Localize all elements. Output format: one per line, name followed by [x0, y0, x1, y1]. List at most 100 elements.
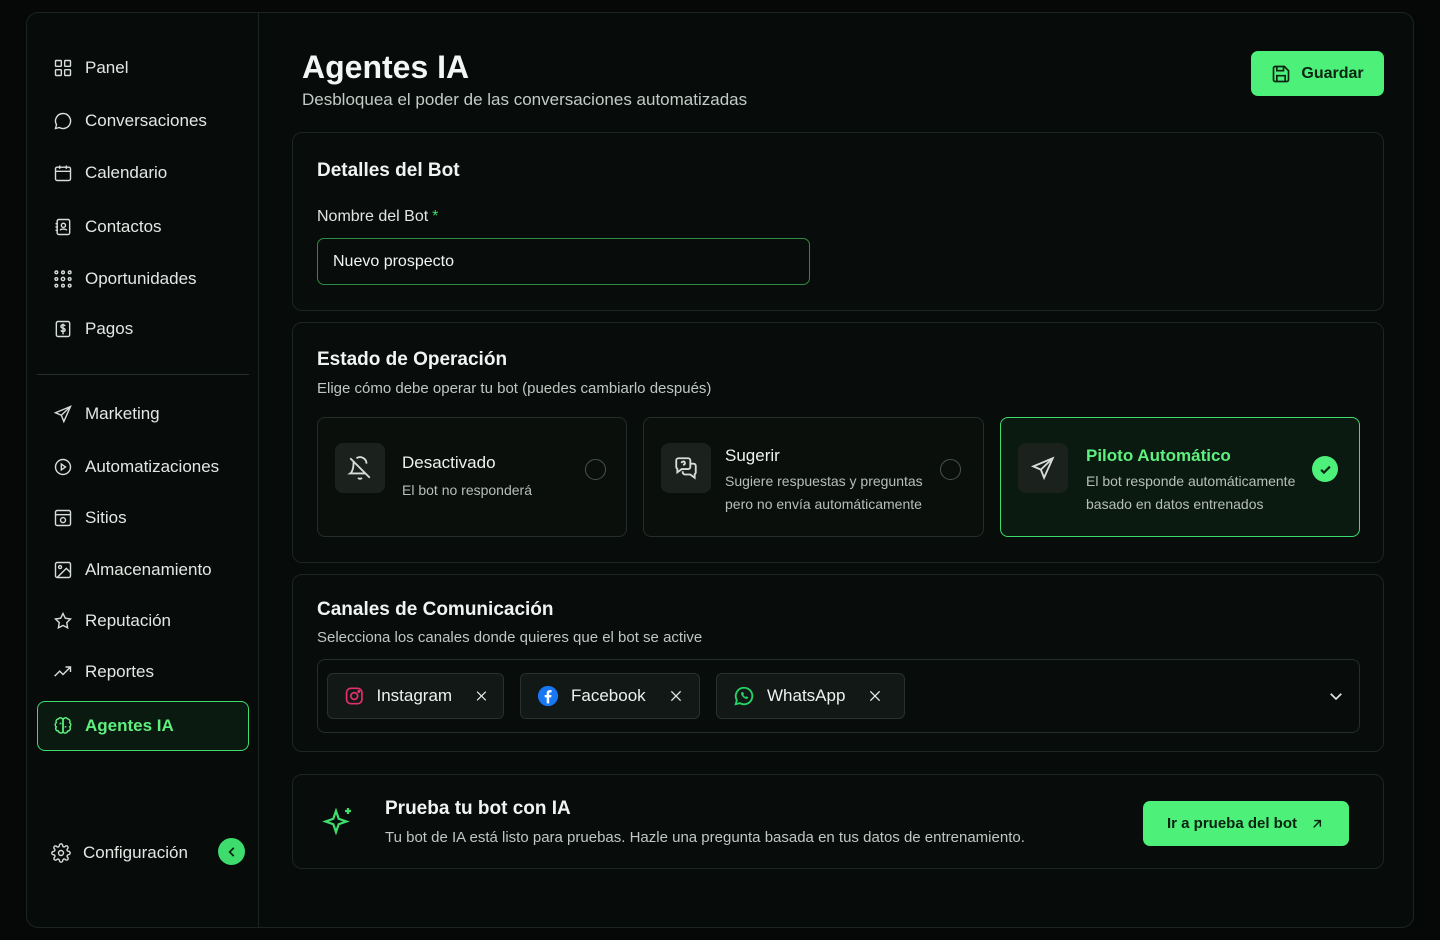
mode-description-line-2: pero no envía automáticamente	[725, 496, 922, 512]
sidebar-item-conversaciones[interactable]: Conversaciones	[37, 98, 249, 144]
test-bot-card: Prueba tu bot con IA Tu bot de IA está l…	[292, 774, 1384, 869]
sidebar-item-label: Reportes	[85, 662, 154, 681]
bot-details-card: Detalles del Bot Nombre del Bot *	[292, 132, 1384, 311]
star-icon	[53, 611, 73, 630]
mode-icon-box	[335, 443, 385, 493]
channel-chip-label: Facebook	[571, 686, 646, 705]
sidebar-item-label: Almacenamiento	[85, 560, 212, 579]
channel-chip-whatsapp: WhatsApp	[716, 673, 905, 719]
instagram-icon	[345, 687, 363, 705]
save-icon	[1273, 65, 1290, 82]
dollar-icon	[55, 320, 71, 338]
arrow-up-right-icon	[1313, 819, 1322, 828]
send-icon	[53, 405, 72, 424]
remove-facebook-icon[interactable]	[668, 688, 684, 704]
network-icon	[54, 270, 72, 288]
sidebar-item-reputacion[interactable]: Reputación	[37, 598, 249, 644]
remove-instagram-icon[interactable]	[474, 688, 489, 704]
channels-card: Canales de Comunicación Selecciona los c…	[292, 574, 1384, 752]
mode-description-line-1: Sugiere respuestas y preguntas	[725, 473, 923, 489]
channel-chip-facebook: Facebook	[520, 673, 700, 719]
whatsapp-icon	[734, 686, 754, 706]
sidebar-item-oportunidades[interactable]: Oportunidades	[37, 256, 249, 302]
mode-description: El bot no responderá	[402, 482, 532, 498]
mode-radio[interactable]	[585, 459, 606, 480]
image-icon	[54, 561, 72, 579]
channel-chip-label: Instagram	[376, 686, 453, 705]
contact-book-icon	[55, 218, 71, 236]
question-chat-icon	[675, 457, 697, 480]
bot-name-label-text: Nombre del Bot	[317, 208, 429, 225]
sidebar-item-label: Sitios	[85, 508, 127, 527]
channel-chip-label: WhatsApp	[767, 686, 846, 705]
gear-icon	[51, 843, 71, 863]
mode-title: Sugerir	[725, 446, 780, 465]
bot-name-label: Nombre del Bot *	[317, 208, 438, 226]
sidebar-item-panel[interactable]: Panel	[37, 45, 249, 91]
bell-off-icon	[347, 456, 371, 480]
sidebar-item-pagos[interactable]: Pagos	[37, 306, 249, 352]
sidebar-item-sitios[interactable]: Sitios	[37, 495, 249, 541]
mode-radio[interactable]	[940, 459, 961, 480]
save-button[interactable]: Guardar	[1251, 51, 1384, 96]
app-frame: Panel Conversaciones Calendario Contacto…	[26, 12, 1414, 928]
main-content: Agentes IA Desbloquea el poder de las co…	[259, 13, 1413, 927]
chat-bubble-icon	[54, 112, 72, 130]
sidebar-item-label: Contactos	[85, 217, 162, 236]
chevron-left-icon	[227, 846, 234, 857]
sidebar: Panel Conversaciones Calendario Contacto…	[27, 13, 259, 927]
sidebar-item-label: Calendario	[85, 163, 168, 182]
card-description: Elige cómo debe operar tu bot (puedes ca…	[317, 380, 712, 397]
site-icon	[54, 509, 72, 527]
save-button-label: Guardar	[1301, 64, 1364, 82]
test-title: Prueba tu bot con IA	[385, 798, 571, 819]
test-description: Tu bot de IA está listo para pruebas. Ha…	[385, 829, 1025, 846]
test-button-label: Ir a prueba del bot	[1166, 815, 1298, 832]
brain-icon	[54, 717, 72, 734]
mode-description-line-2: basado en datos entrenados	[1086, 496, 1264, 512]
mode-icon-box	[1018, 443, 1068, 493]
card-title: Canales de Comunicación	[317, 599, 554, 620]
sidebar-item-label: Panel	[85, 58, 129, 77]
sidebar-item-reportes[interactable]: Reportes	[37, 649, 249, 695]
card-description: Selecciona los canales donde quieres que…	[317, 629, 703, 646]
remove-whatsapp-icon[interactable]	[867, 688, 883, 704]
sidebar-item-automatizaciones[interactable]: Automatizaciones	[37, 444, 249, 490]
sidebar-item-label: Agentes IA	[85, 716, 174, 735]
mode-option-desactivado[interactable]: Desactivado El bot no responderá	[317, 417, 627, 537]
mode-description-line-1: El bot responde automáticamente	[1086, 473, 1296, 489]
sparkles-icon	[322, 807, 351, 836]
sidebar-item-label: Pagos	[85, 319, 134, 338]
channels-multiselect[interactable]: Instagram Facebook WhatsApp	[317, 659, 1360, 733]
operation-mode-card: Estado de Operación Elige cómo debe oper…	[292, 322, 1384, 563]
play-circle-icon	[54, 458, 72, 476]
calendar-icon	[54, 165, 72, 182]
collapse-sidebar-button[interactable]	[218, 838, 245, 865]
page-title: Agentes IA	[302, 49, 470, 85]
card-title: Estado de Operación	[317, 349, 508, 370]
channel-chip-instagram: Instagram	[327, 673, 504, 719]
chevron-down-icon[interactable]	[1327, 687, 1345, 705]
sidebar-item-almacenamiento[interactable]: Almacenamiento	[37, 547, 249, 593]
sidebar-item-calendario[interactable]: Calendario	[37, 150, 249, 196]
sidebar-item-label: Automatizaciones	[85, 457, 220, 476]
sidebar-item-contactos[interactable]: Contactos	[37, 204, 249, 250]
mode-option-piloto-automatico[interactable]: Piloto Automático El bot responde automá…	[1000, 417, 1360, 537]
go-to-bot-test-button[interactable]: Ir a prueba del bot	[1143, 801, 1349, 846]
mode-title: Desactivado	[402, 453, 496, 472]
sidebar-item-label: Conversaciones	[85, 111, 207, 130]
sidebar-item-configuracion[interactable]: Configuración	[35, 830, 247, 876]
mode-icon-box	[661, 443, 711, 493]
mode-title: Piloto Automático	[1086, 446, 1231, 465]
grid-icon	[54, 59, 72, 77]
bot-name-input[interactable]	[317, 238, 810, 285]
mode-option-sugerir[interactable]: Sugerir Sugiere respuestas y preguntas p…	[643, 417, 984, 537]
facebook-icon	[537, 685, 559, 707]
page-subtitle: Desbloquea el poder de las conversacione…	[302, 90, 748, 109]
trend-icon	[54, 666, 72, 677]
sidebar-item-marketing[interactable]: Marketing	[37, 391, 249, 437]
sidebar-item-label: Configuración	[83, 843, 188, 862]
sidebar-item-agentes-ia[interactable]: Agentes IA	[37, 701, 249, 751]
sidebar-item-label: Reputación	[85, 611, 172, 630]
send-icon	[1030, 456, 1055, 481]
